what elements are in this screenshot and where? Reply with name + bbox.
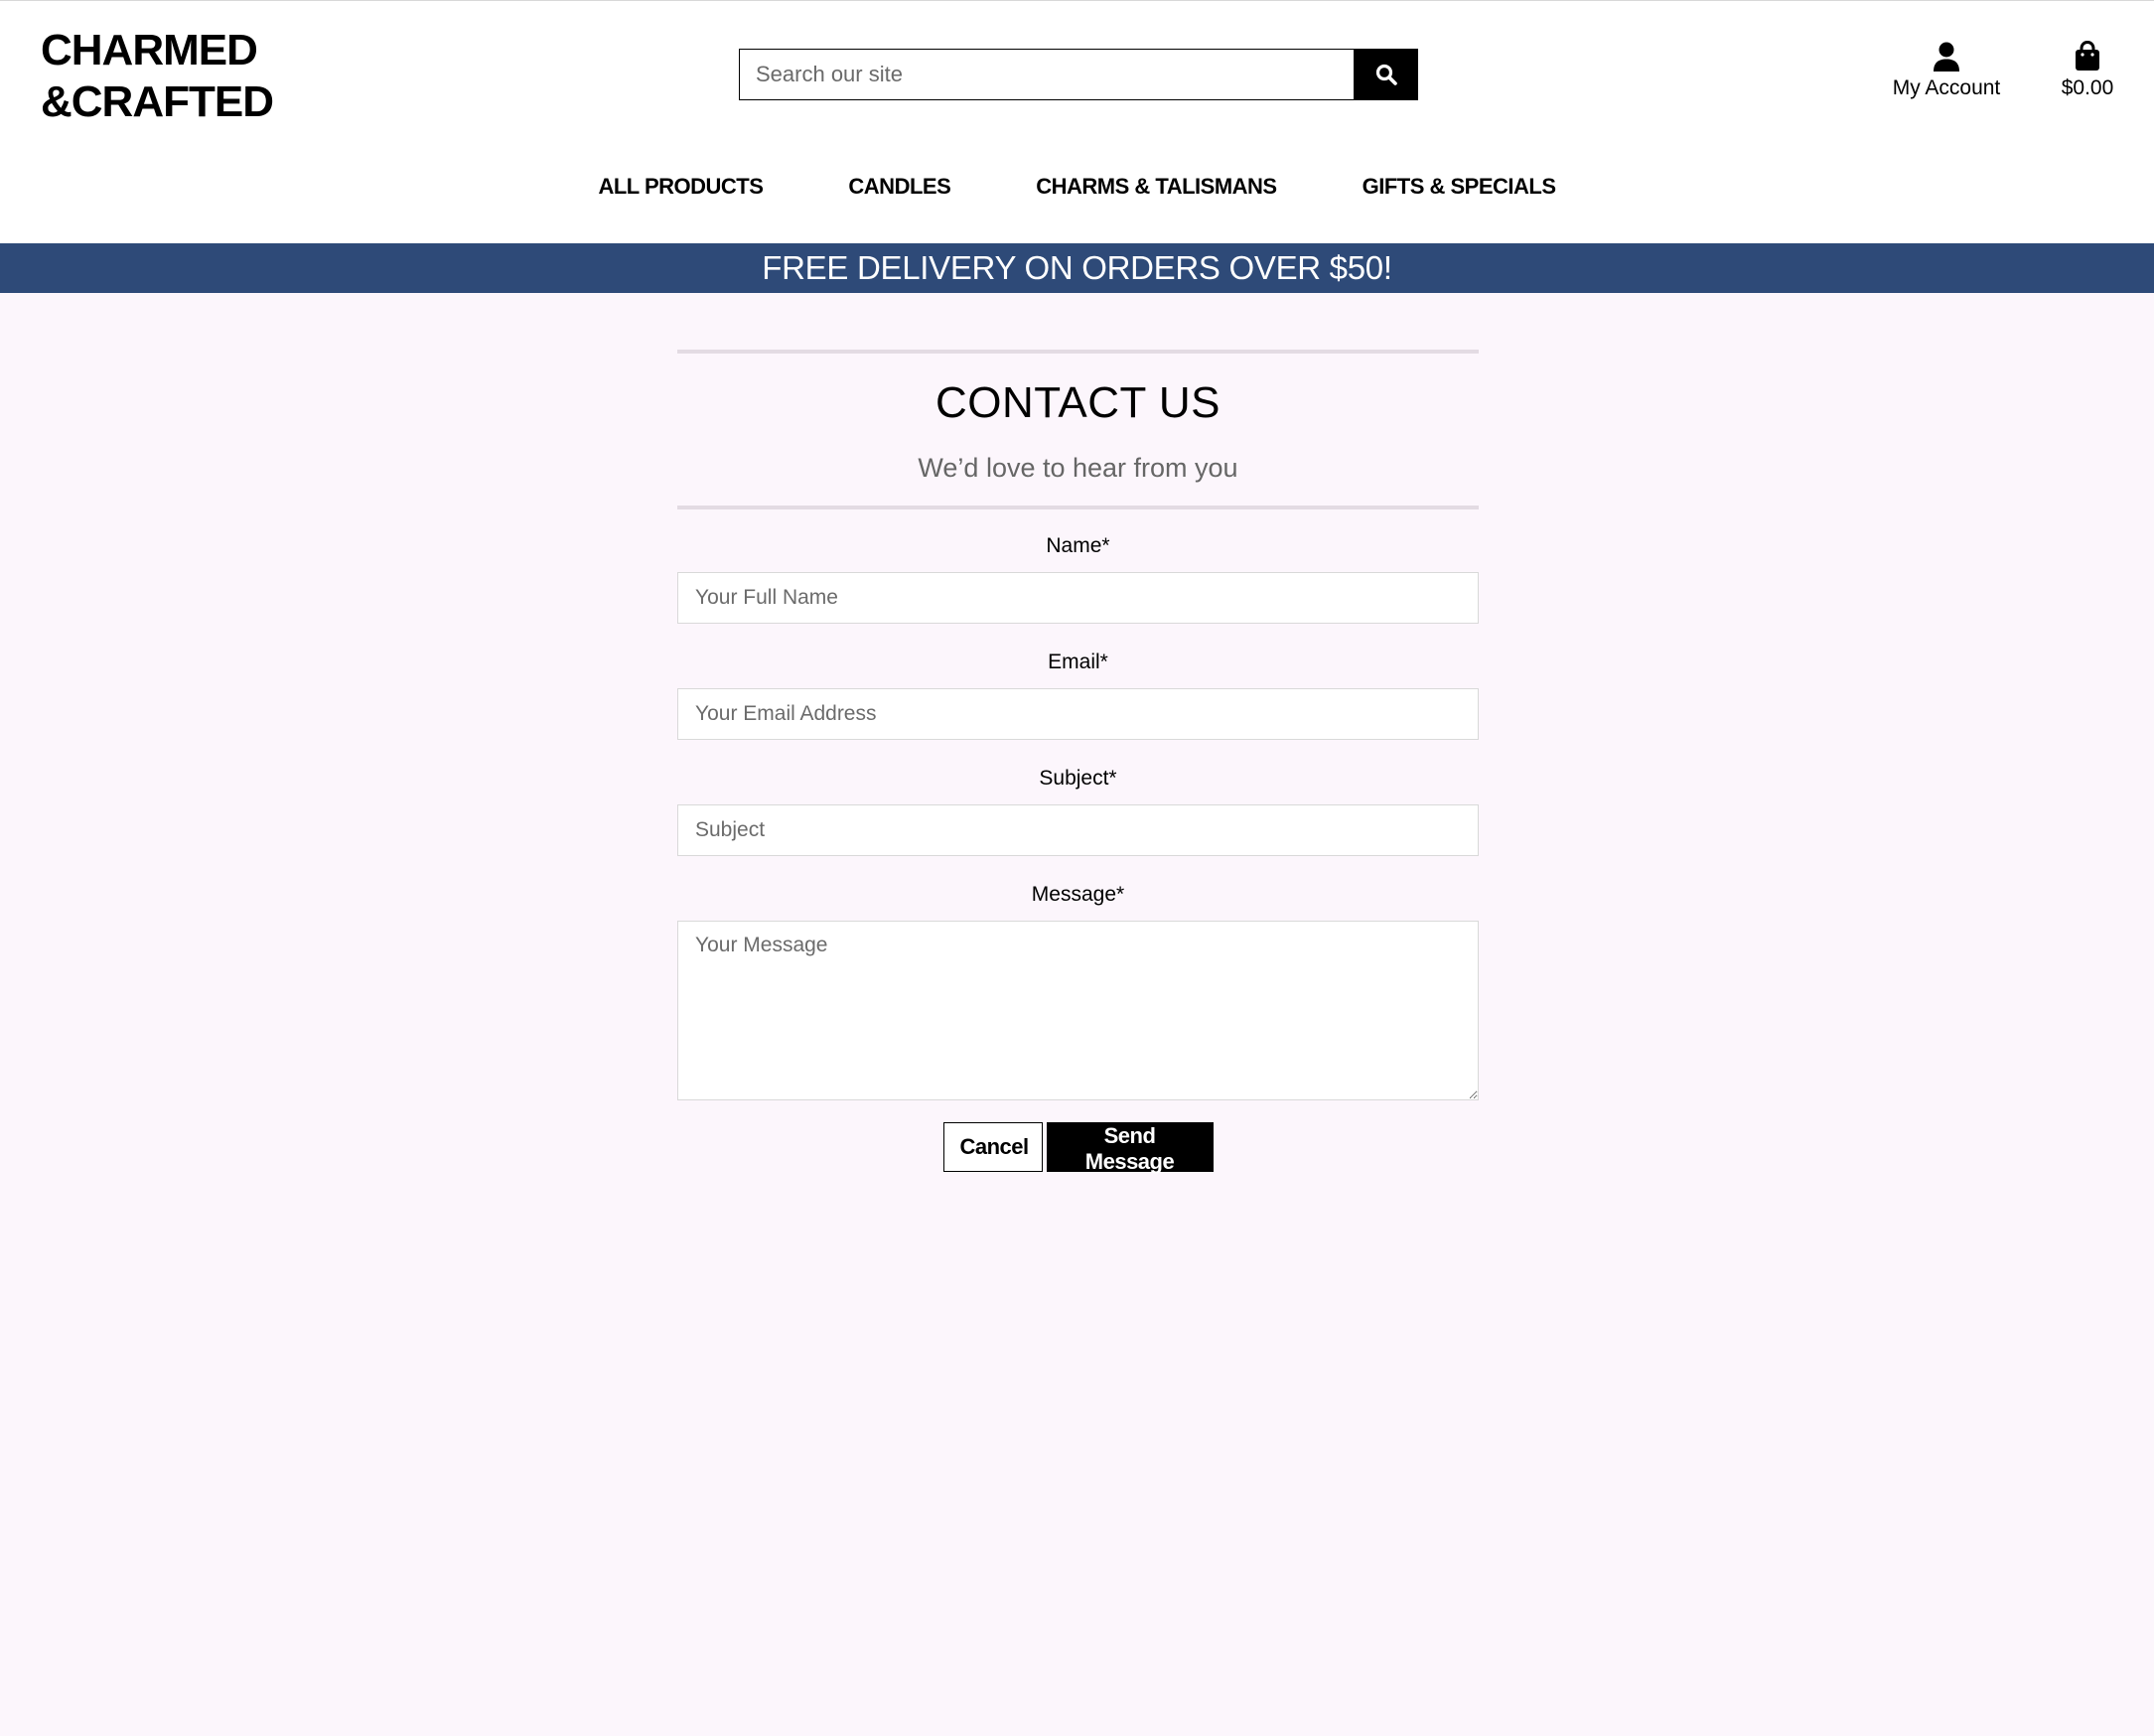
page-subtitle: We’d love to hear from you	[918, 453, 1238, 483]
main-nav: ALL PRODUCTS CANDLES CHARMS & TALISMANS …	[0, 174, 2154, 200]
message-textarea[interactable]	[677, 921, 1479, 1100]
name-label: Name*	[1046, 534, 1110, 557]
divider-bottom	[677, 506, 1479, 509]
logo-line-2: &CRAFTED	[41, 77, 274, 126]
search-icon	[1375, 64, 1397, 85]
delivery-banner: FREE DELIVERY ON ORDERS OVER $50!	[0, 243, 2154, 293]
user-icon	[1877, 41, 2016, 74]
contact-form: Name* Email* Subject* Message* Cancel Se…	[677, 533, 1479, 1174]
page-title: CONTACT US	[935, 378, 1221, 427]
nav-item-gifts-specials[interactable]: GIFTS & SPECIALS	[1320, 174, 1599, 200]
divider-top	[677, 350, 1479, 354]
search-input[interactable]	[739, 49, 1354, 100]
form-actions: Cancel Send Message	[677, 1122, 1479, 1174]
my-account-link[interactable]: My Account	[1877, 41, 2016, 100]
logo-line-1: CHARMED	[41, 26, 258, 74]
search-form	[739, 49, 1418, 100]
site-header: CHARMED &CRAFTED My Account	[0, 0, 2154, 243]
email-input[interactable]	[677, 688, 1479, 740]
my-account-label: My Account	[1892, 76, 2001, 99]
cart-total: $0.00	[2061, 76, 2114, 99]
site-logo[interactable]: CHARMED &CRAFTED	[41, 25, 274, 128]
message-label: Message*	[1031, 883, 1125, 906]
cancel-button[interactable]: Cancel	[942, 1122, 1043, 1172]
nav-item-candles[interactable]: CANDLES	[805, 174, 993, 200]
subject-input[interactable]	[677, 804, 1479, 856]
nav-item-all-products[interactable]: ALL PRODUCTS	[555, 174, 805, 200]
name-input[interactable]	[677, 572, 1479, 624]
subject-label: Subject*	[1039, 767, 1117, 790]
email-label: Email*	[1048, 651, 1108, 673]
shopping-bag-icon	[2050, 40, 2125, 74]
nav-item-charms-talismans[interactable]: CHARMS & TALISMANS	[993, 174, 1319, 200]
cart-link[interactable]: $0.00	[2050, 40, 2125, 100]
send-message-button[interactable]: Send Message	[1046, 1122, 1214, 1174]
contact-section: CONTACT US We’d love to hear from you Na…	[677, 350, 1479, 1174]
search-button[interactable]	[1354, 49, 1418, 100]
